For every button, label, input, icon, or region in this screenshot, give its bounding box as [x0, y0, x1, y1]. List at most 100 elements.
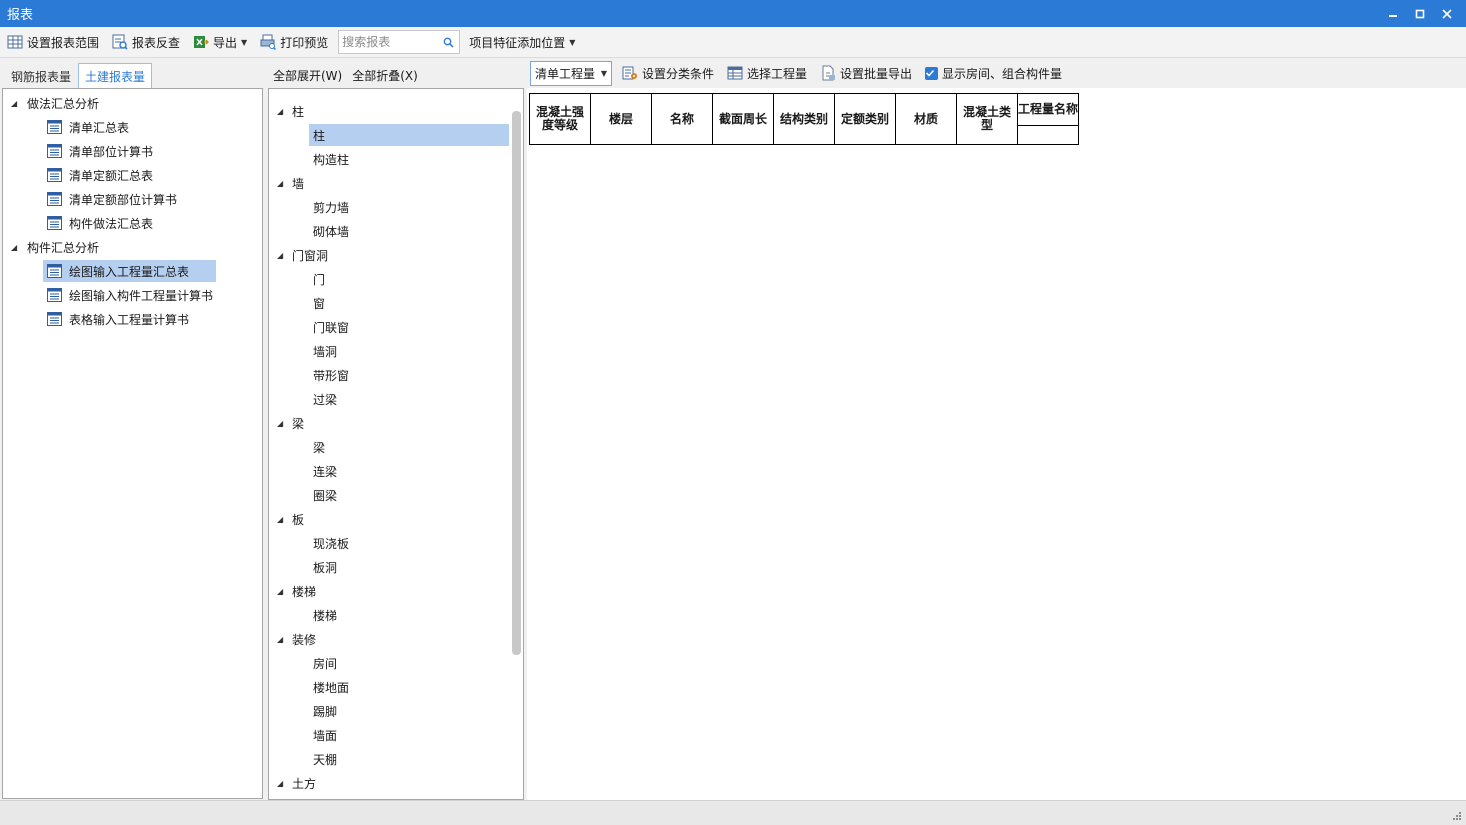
- report-type-tabs: 钢筋报表量 土建报表量: [2, 62, 263, 88]
- component-category[interactable]: ◢ 柱: [277, 100, 304, 122]
- resize-grip-icon[interactable]: [1452, 811, 1462, 821]
- expanded-triangle-icon[interactable]: ◢: [277, 107, 283, 116]
- component-item[interactable]: 窗: [313, 292, 325, 314]
- component-category[interactable]: ◢ 墙: [277, 172, 304, 194]
- maximize-icon[interactable]: [1406, 0, 1433, 27]
- component-item[interactable]: 天棚: [313, 748, 337, 770]
- print-preview-label: 打印预览: [280, 35, 329, 50]
- component-item[interactable]: 圈梁: [313, 484, 337, 506]
- component-item[interactable]: 过梁: [313, 388, 337, 410]
- component-item[interactable]: 楼梯: [313, 604, 337, 626]
- minimize-icon[interactable]: [1379, 0, 1406, 27]
- close-icon[interactable]: [1433, 0, 1460, 27]
- component-item[interactable]: 踢脚: [313, 700, 337, 722]
- report-icon: [47, 288, 62, 302]
- set-report-range-button[interactable]: 设置报表范围: [4, 30, 102, 54]
- tree-item-list-summary[interactable]: 清单汇总表: [47, 116, 129, 138]
- window-title: 报表: [7, 8, 34, 23]
- report-search-input[interactable]: [342, 35, 439, 49]
- tree-group-component-summary[interactable]: ◢ 构件汇总分析: [11, 236, 99, 258]
- tree-item-label: 清单汇总表: [69, 120, 130, 135]
- tab-civil-report[interactable]: 土建报表量: [78, 63, 153, 88]
- tree-item-drawing-input-summary[interactable]: 绘图输入工程量汇总表: [43, 260, 216, 282]
- expanded-triangle-icon[interactable]: ◢: [277, 779, 283, 788]
- component-category[interactable]: ◢ 板: [277, 508, 304, 530]
- component-category[interactable]: ◢ 门窗洞: [277, 244, 328, 266]
- table-select-icon: [727, 66, 743, 80]
- table-header-cell: 混凝土类型: [956, 93, 1018, 145]
- component-item[interactable]: 门联窗: [313, 316, 349, 338]
- component-item[interactable]: 板洞: [313, 556, 337, 578]
- show-rooms-checkbox[interactable]: 显示房间、组合构件量: [922, 61, 1065, 85]
- component-item-label: 踢脚: [313, 704, 338, 719]
- component-item-label: 砌体墙: [313, 224, 350, 239]
- component-item-label: 窗: [313, 296, 326, 311]
- report-reverse-check-label: 报表反查: [132, 35, 181, 50]
- tree-item-list-quota-part-calc[interactable]: 清单定额部位计算书: [47, 188, 177, 210]
- status-bar: [0, 800, 1466, 825]
- component-type-panel: 全部展开(W) 全部折叠(X) ◢ 柱柱构造柱 ◢ 墙剪力墙 砌体墙 ◢ 门窗洞门窗门联窗墙…: [268, 62, 524, 800]
- component-item[interactable]: 房间: [313, 652, 337, 674]
- tree-item-table-input-calc[interactable]: 表格输入工程量计算书: [47, 308, 189, 330]
- expanded-triangle-icon[interactable]: ◢: [11, 243, 17, 252]
- expanded-triangle-icon[interactable]: ◢: [277, 179, 283, 188]
- report-icon: [47, 120, 62, 134]
- print-preview-button[interactable]: 打印预览: [257, 30, 331, 54]
- tree-item-component-method-summary[interactable]: 构件做法汇总表: [47, 212, 153, 234]
- select-quantity-button[interactable]: 选择工程量: [724, 61, 810, 85]
- component-item[interactable]: 梁: [313, 436, 325, 458]
- component-item[interactable]: 剪力墙: [313, 196, 349, 218]
- expanded-triangle-icon[interactable]: ◢: [277, 419, 283, 428]
- component-category-label: 墙: [292, 176, 305, 191]
- component-item-label: 门: [313, 272, 326, 287]
- component-item-label: 墙面: [313, 728, 338, 743]
- component-category[interactable]: ◢ 梁: [277, 412, 304, 434]
- report-reverse-check-button[interactable]: 报表反查: [109, 30, 183, 54]
- component-item-label: 楼梯: [313, 608, 338, 623]
- component-category[interactable]: ◢ 装修: [277, 628, 316, 650]
- select-quantity-label: 选择工程量: [747, 66, 808, 81]
- checkbox-checked-icon[interactable]: [925, 66, 939, 80]
- report-search-box[interactable]: [338, 30, 461, 54]
- component-item[interactable]: 现浇板: [313, 532, 349, 554]
- tree-item-list-quota-summary[interactable]: 清单定额汇总表: [47, 164, 153, 186]
- batch-export-button[interactable]: 设置批量导出: [817, 61, 915, 85]
- component-item[interactable]: 带形窗: [313, 364, 349, 386]
- quantity-type-select[interactable]: 清单工程量 ▼: [530, 60, 612, 86]
- feature-position-label: 项目特征添加位置: [469, 35, 566, 50]
- vertical-scrollbar[interactable]: [512, 111, 521, 655]
- expand-all-button[interactable]: 全部展开(W): [273, 67, 342, 84]
- tree-item-drawing-component-calc[interactable]: 绘图输入构件工程量计算书: [47, 284, 213, 306]
- feature-position-dropdown[interactable]: 项目特征添加位置 ▼: [466, 30, 578, 54]
- search-icon[interactable]: [443, 37, 454, 48]
- table-header-cell: 定额类别: [834, 93, 896, 145]
- component-category[interactable]: ◢ 土方: [277, 772, 316, 794]
- expanded-triangle-icon[interactable]: ◢: [11, 99, 17, 108]
- main-toolbar: 设置报表范围 报表反查 导出 ▼ 打印预览 项目特征添加位置 ▼: [0, 27, 1466, 58]
- report-preview-area: 混凝土强度等级 楼层 名称 截面周长 结构类别 定额类别 材质 混凝土类型 工程…: [527, 88, 1466, 800]
- expanded-triangle-icon[interactable]: ◢: [277, 635, 283, 644]
- component-item[interactable]: 砌体墙: [313, 220, 349, 242]
- component-category[interactable]: ◢ 楼梯: [277, 580, 316, 602]
- component-item[interactable]: 墙洞: [313, 340, 337, 362]
- tree-item-list-part-calc[interactable]: 清单部位计算书: [47, 140, 153, 162]
- component-item[interactable]: 柱: [309, 124, 509, 146]
- component-item-label: 墙洞: [313, 344, 338, 359]
- table-header-cell: 混凝土强度等级: [529, 93, 591, 145]
- set-category-condition-label: 设置分类条件: [642, 66, 715, 81]
- set-category-condition-button[interactable]: 设置分类条件: [619, 61, 717, 85]
- expanded-triangle-icon[interactable]: ◢: [277, 587, 283, 596]
- expanded-triangle-icon[interactable]: ◢: [277, 251, 283, 260]
- export-button[interactable]: 导出 ▼: [190, 30, 250, 54]
- component-item[interactable]: 门: [313, 268, 325, 290]
- tree-item-label: 清单定额汇总表: [69, 168, 154, 183]
- tab-rebar-report[interactable]: 钢筋报表量: [4, 65, 78, 88]
- expanded-triangle-icon[interactable]: ◢: [277, 515, 283, 524]
- component-item[interactable]: 墙面: [313, 724, 337, 746]
- component-item[interactable]: 构造柱: [313, 148, 349, 170]
- component-item[interactable]: 连梁: [313, 460, 337, 482]
- collapse-all-button[interactable]: 全部折叠(X): [352, 67, 418, 84]
- component-item[interactable]: 楼地面: [313, 676, 349, 698]
- tree-group-method-summary[interactable]: ◢ 做法汇总分析: [11, 92, 99, 114]
- export-label: 导出: [213, 35, 238, 50]
